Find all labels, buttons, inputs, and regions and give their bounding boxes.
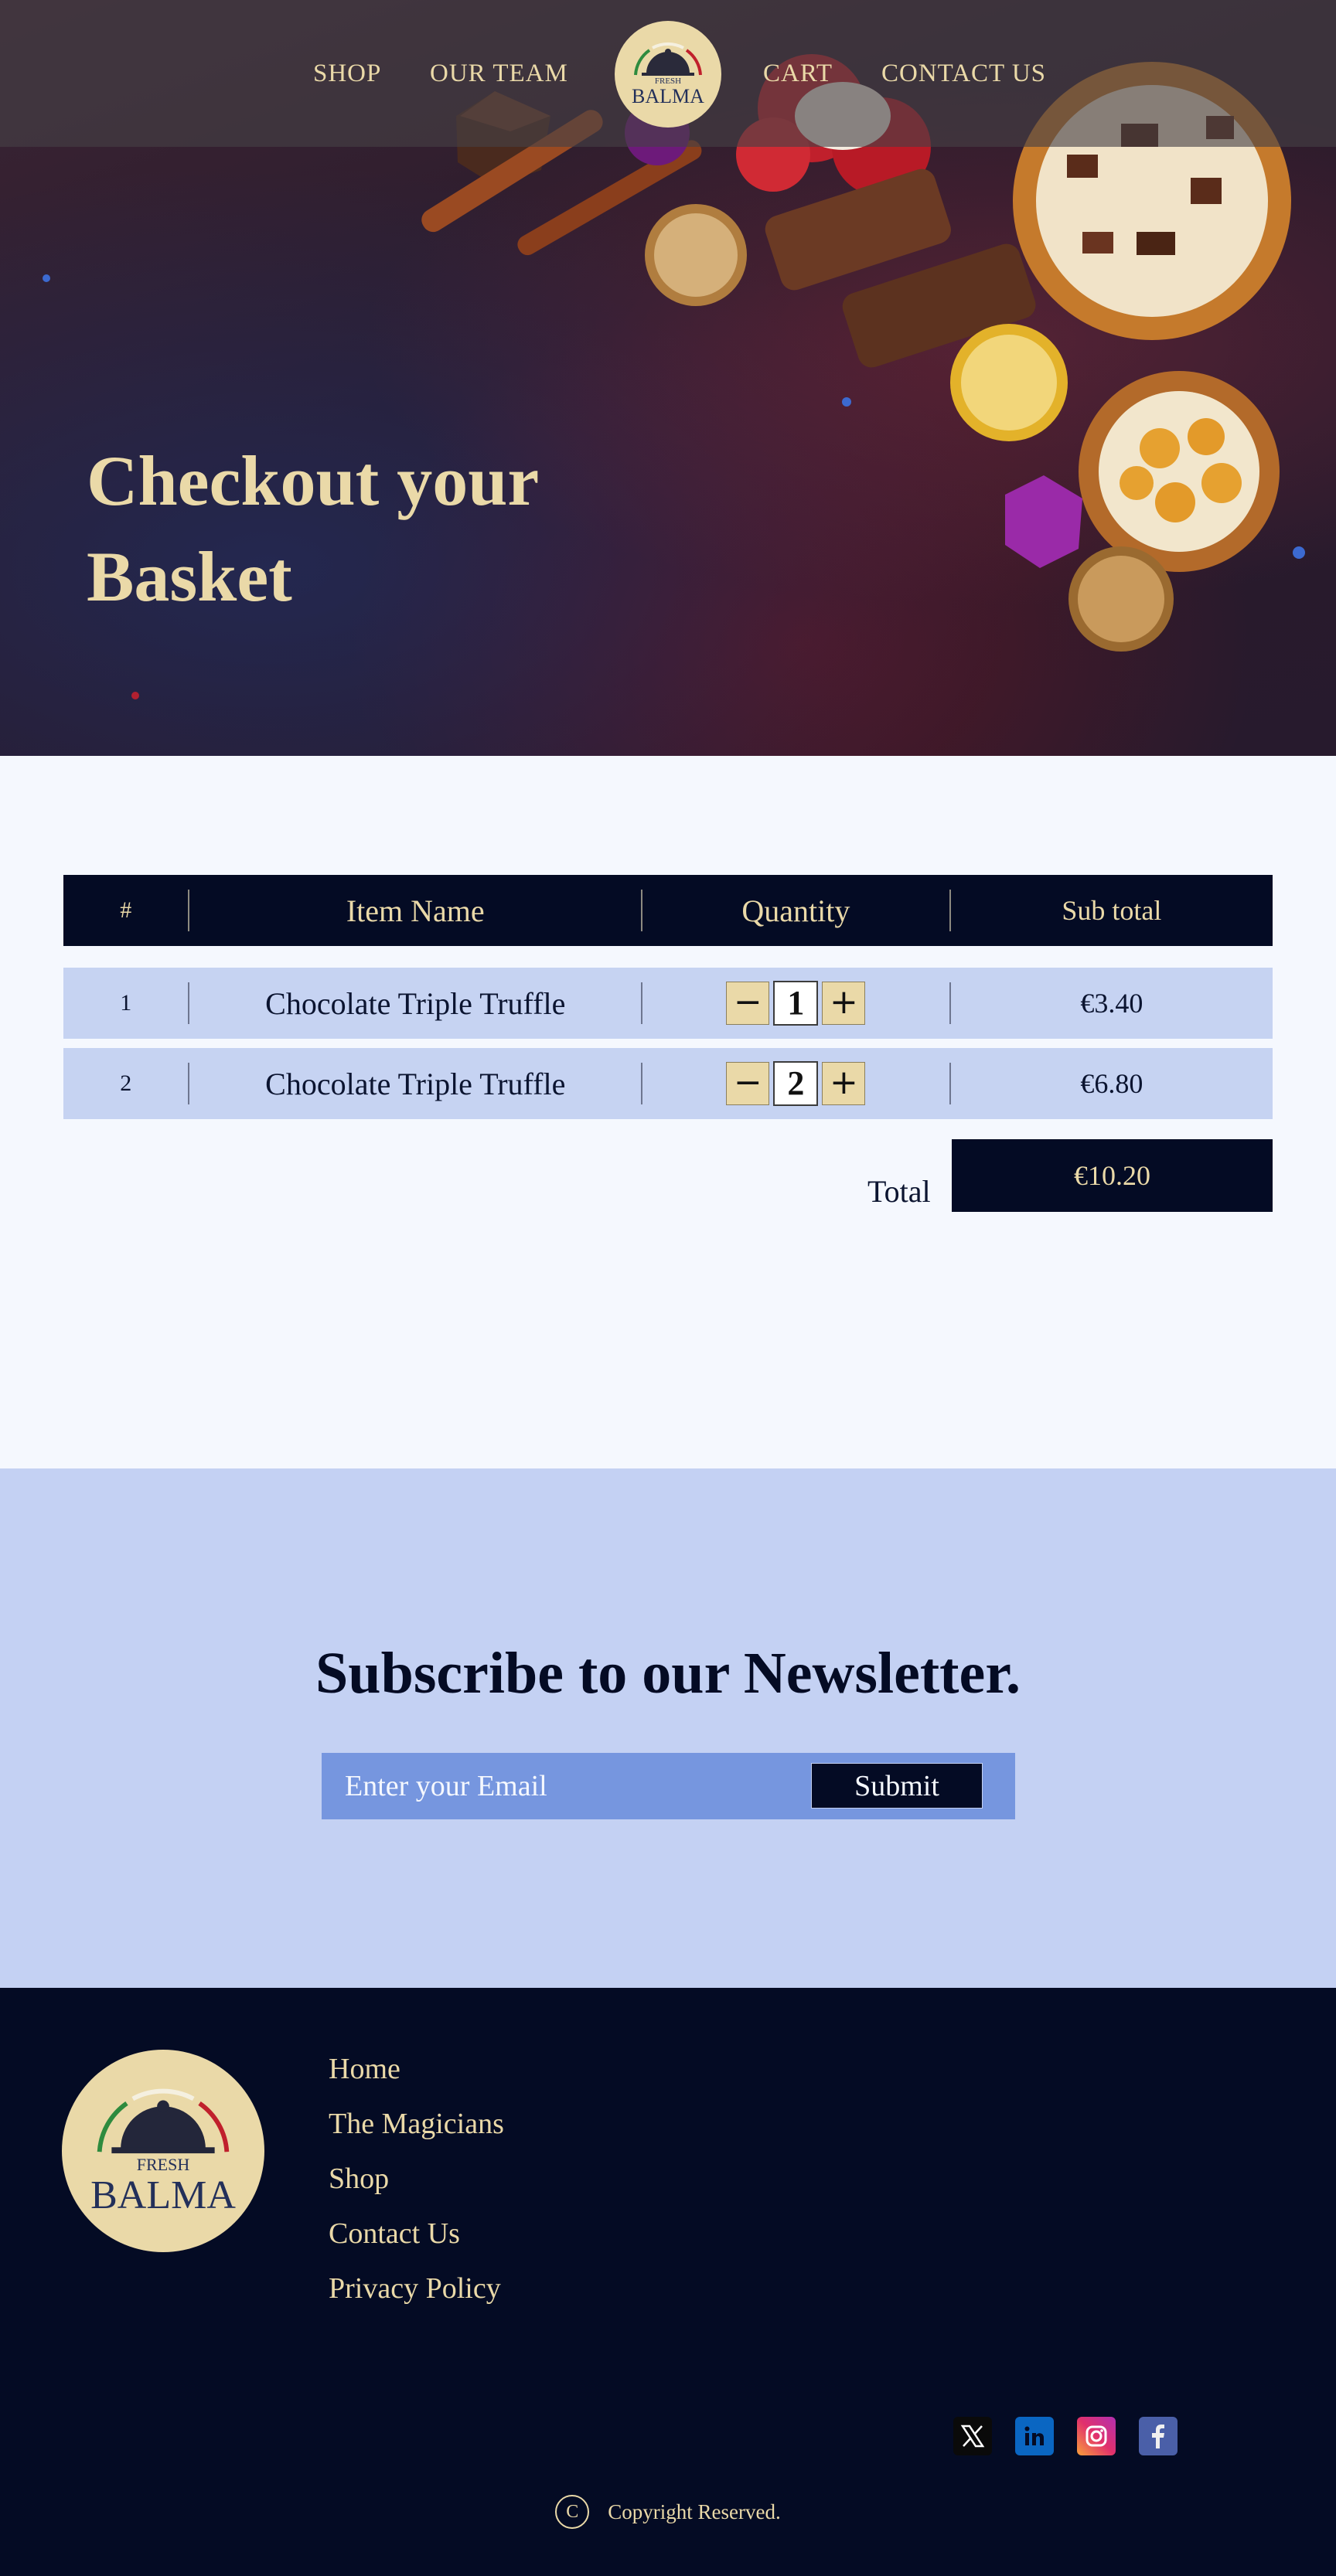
- cloche-icon: [97, 2088, 230, 2154]
- row-subtotal: €6.80: [1080, 1068, 1143, 1099]
- copyright-icon: C: [555, 2495, 590, 2529]
- nav-our-team-link[interactable]: OUR TEAM: [430, 56, 568, 91]
- cart-section: # Item Name Quantity Sub total 1 Chocola…: [0, 756, 1336, 1468]
- quantity-value: 2: [773, 1061, 819, 1106]
- decrease-quantity-button[interactable]: −: [726, 1062, 770, 1105]
- brand-logo[interactable]: FRESH BALMA: [615, 21, 721, 128]
- footer-logo[interactable]: FRESH BALMA: [62, 2050, 264, 2252]
- quantity-stepper: − 1 +: [642, 968, 949, 1039]
- newsletter-title: Subscribe to our Newsletter.: [315, 1641, 1021, 1706]
- header-quantity: Quantity: [741, 893, 850, 928]
- footer-links: Home The Magicians Shop Contact Us Priva…: [329, 2047, 504, 2321]
- nav-shop-link[interactable]: SHOP: [313, 56, 381, 91]
- x-icon[interactable]: [953, 2417, 992, 2455]
- linkedin-icon[interactable]: [1015, 2417, 1054, 2455]
- footer-logo-top: FRESH: [136, 2155, 190, 2174]
- quantity-stepper: − 2 +: [642, 1048, 949, 1119]
- copyright: C Copyright Reserved.: [0, 2495, 1336, 2529]
- facebook-icon[interactable]: [1139, 2417, 1178, 2455]
- row-number: 1: [120, 990, 132, 1016]
- cloche-icon: [634, 42, 702, 76]
- row-number: 2: [120, 1070, 132, 1096]
- table-row: 1 Chocolate Triple Truffle − 1 + €3.40: [63, 968, 1273, 1039]
- quantity-value: 1: [773, 981, 819, 1026]
- row-item-name: Chocolate Triple Truffle: [265, 985, 566, 1021]
- footer: FRESH BALMA Home The Magicians Shop Cont…: [0, 1988, 1336, 2576]
- brand-logo-name: BALMA: [632, 85, 704, 107]
- page-title-line1: Checkout your: [87, 441, 540, 520]
- submit-button[interactable]: Submit: [811, 1763, 983, 1809]
- footer-link-shop[interactable]: Shop: [329, 2156, 504, 2211]
- newsletter-form: Submit: [322, 1753, 1015, 1819]
- total-label: Total: [867, 1174, 931, 1209]
- nav-contact-link[interactable]: CONTACT US: [881, 56, 1046, 91]
- nav-cart-link[interactable]: CART: [763, 56, 833, 91]
- social-links: [953, 2417, 1178, 2455]
- header-subtotal: Sub total: [1062, 895, 1162, 926]
- top-navbar: SHOP OUR TEAM FRESH BALMA CART CONTACT U…: [0, 0, 1336, 147]
- header-item-name: Item Name: [346, 893, 485, 928]
- header-number: #: [120, 897, 132, 923]
- decrease-quantity-button[interactable]: −: [726, 982, 770, 1025]
- instagram-icon[interactable]: [1077, 2417, 1116, 2455]
- hero-banner: SHOP OUR TEAM FRESH BALMA CART CONTACT U…: [0, 0, 1336, 756]
- increase-quantity-button[interactable]: +: [822, 1062, 866, 1105]
- copyright-text: Copyright Reserved.: [608, 2499, 781, 2523]
- page-title: Checkout your Basket: [87, 433, 628, 624]
- total-value: €10.20: [952, 1139, 1273, 1212]
- email-field[interactable]: [322, 1753, 801, 1819]
- table-row: 2 Chocolate Triple Truffle − 2 + €6.80: [63, 1048, 1273, 1119]
- cart-table-header: # Item Name Quantity Sub total: [63, 875, 1273, 946]
- footer-link-home[interactable]: Home: [329, 2047, 504, 2101]
- footer-logo-name: BALMA: [90, 2173, 236, 2217]
- footer-link-privacy[interactable]: Privacy Policy: [329, 2266, 504, 2321]
- row-subtotal: €3.40: [1080, 988, 1143, 1019]
- row-item-name: Chocolate Triple Truffle: [265, 1066, 566, 1101]
- increase-quantity-button[interactable]: +: [822, 982, 866, 1025]
- footer-link-contact[interactable]: Contact Us: [329, 2211, 504, 2266]
- page-title-line2: Basket: [87, 537, 292, 616]
- footer-link-magicians[interactable]: The Magicians: [329, 2101, 504, 2156]
- newsletter-section: Subscribe to our Newsletter. Submit: [0, 1468, 1336, 1988]
